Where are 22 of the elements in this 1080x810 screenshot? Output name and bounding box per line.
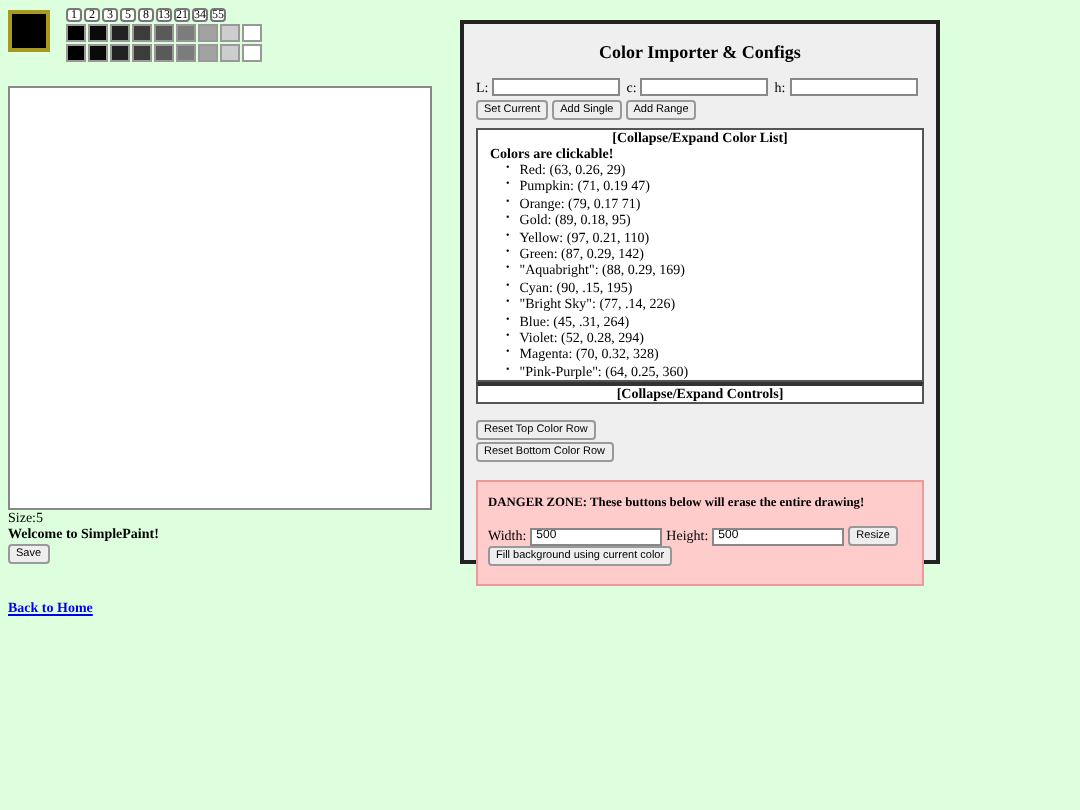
color-swatch[interactable] <box>66 24 86 42</box>
input-field[interactable] <box>640 78 769 96</box>
color-swatch[interactable] <box>242 24 262 42</box>
color-swatch[interactable] <box>242 44 262 62</box>
color-swatch[interactable] <box>176 44 196 62</box>
input-field[interactable] <box>789 78 918 96</box>
color-swatch[interactable] <box>88 44 108 62</box>
color-swatch[interactable] <box>198 24 218 42</box>
color-swatch[interactable] <box>66 44 86 62</box>
color-swatch[interactable] <box>198 44 218 62</box>
color-swatch[interactable] <box>132 24 152 42</box>
color-swatch[interactable] <box>110 24 130 42</box>
color-swatch[interactable] <box>88 24 108 42</box>
panel-title: Color Importer & Configs <box>597 42 803 62</box>
input-field[interactable] <box>492 78 621 96</box>
color-swatch[interactable] <box>154 24 174 42</box>
color-swatch[interactable] <box>110 44 130 62</box>
color-swatch[interactable] <box>132 44 152 62</box>
color-swatch[interactable] <box>220 44 240 62</box>
color-swatch[interactable] <box>220 24 240 42</box>
color-swatch[interactable] <box>154 44 174 62</box>
color-swatch[interactable] <box>176 24 196 42</box>
